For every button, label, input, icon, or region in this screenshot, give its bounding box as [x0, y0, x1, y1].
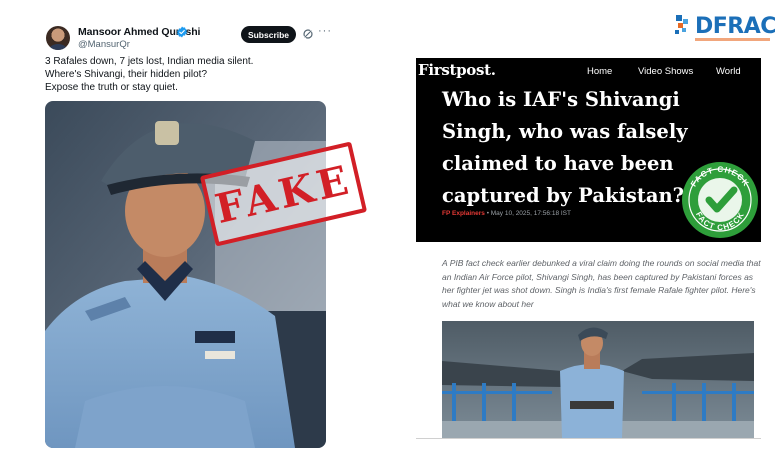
firstpost-brand[interactable]: Firstpost. [418, 61, 496, 79]
article-meta: FP Explainers • May 10, 2025, 17:56:18 I… [442, 210, 571, 217]
author-handle[interactable]: @MansurQr [78, 39, 130, 50]
nav-world[interactable]: World [716, 66, 741, 77]
fact-check-badge-icon: FACT CHECK FACT CHECK [682, 162, 758, 238]
grok-icon[interactable] [302, 28, 314, 40]
divider [416, 438, 761, 439]
article-photo[interactable] [442, 321, 754, 438]
post-text-line: 3 Rafales down, 7 jets lost, Indian medi… [45, 56, 254, 67]
post-text: 3 Rafales down, 7 jets lost, Indian medi… [45, 56, 335, 94]
dfrac-logo-tagline-bar [695, 38, 770, 41]
author-avatar[interactable] [46, 26, 70, 50]
post-photo[interactable] [45, 101, 326, 448]
nav-video-shows[interactable]: Video Shows [638, 66, 693, 77]
dfrac-logo-text: DFRAC [695, 14, 776, 39]
article-date: • May 10, 2025, 17:56:18 IST [486, 210, 571, 217]
social-post: Mansoor Ahmed Qureshi @MansurQr Subscrib… [40, 20, 340, 460]
nav-home[interactable]: Home [587, 66, 612, 77]
verified-badge-icon [177, 26, 187, 38]
post-text-line: Where's Shivangi, their hidden pilot? [45, 68, 208, 80]
pilot-portrait-image [45, 101, 326, 448]
article-section[interactable]: FP Explainers [442, 210, 485, 217]
article-summary: A PIB fact check earlier debunked a vira… [442, 258, 761, 309]
pilot-hangar-image [442, 321, 754, 438]
subscribe-button[interactable]: Subscribe [241, 26, 296, 43]
more-icon[interactable]: ··· [318, 25, 332, 37]
post-text-line: Expose the truth or stay quiet. [45, 81, 178, 93]
